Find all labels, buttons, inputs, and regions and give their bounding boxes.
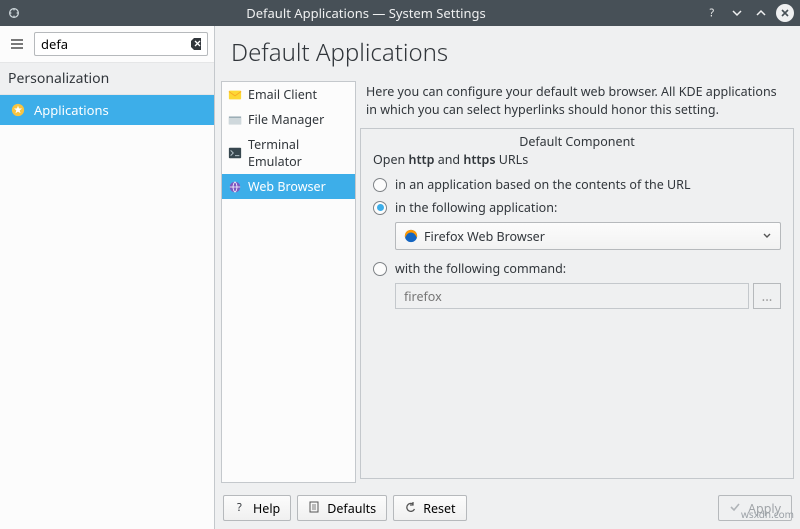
panel-split: Email Client File Manager Terminal Emula… [215, 81, 800, 489]
radio-icon[interactable] [373, 178, 387, 192]
minimize-button[interactable] [728, 4, 746, 22]
chevron-down-icon [762, 228, 772, 245]
group-legend: Default Component [513, 133, 641, 150]
category-list: Email Client File Manager Terminal Emula… [221, 81, 356, 483]
description-text: Here you can configure your default web … [360, 81, 794, 128]
radio-following-app[interactable]: in the following application: [373, 199, 781, 216]
sidebar-item-applications[interactable]: Applications [0, 95, 214, 125]
category-label: Web Browser [248, 178, 326, 195]
detail-panel: Here you can configure your default web … [360, 81, 794, 483]
radio-icon[interactable] [373, 201, 387, 215]
firefox-icon [404, 229, 418, 243]
browser-combo[interactable]: Firefox Web Browser [395, 222, 781, 250]
browse-button: ... [753, 283, 781, 309]
globe-icon [228, 180, 242, 194]
undo-icon [404, 501, 418, 515]
search-box [34, 32, 208, 56]
category-web-browser[interactable]: Web Browser [222, 174, 355, 199]
category-label: File Manager [248, 111, 324, 128]
clear-search-icon[interactable] [188, 36, 204, 52]
open-urls-prompt: Open http and https URLs [373, 151, 781, 168]
watermark: wsxdn.com [741, 507, 794, 521]
command-row: ... [395, 283, 781, 309]
mail-icon [228, 88, 242, 102]
category-terminal[interactable]: Terminal Emulator [222, 132, 355, 174]
window-title: Default Applications — System Settings [28, 4, 704, 22]
close-button[interactable] [776, 4, 794, 22]
radio-icon[interactable] [373, 262, 387, 276]
titlebar: Default Applications — System Settings ? [0, 0, 800, 26]
app-icon [6, 5, 22, 21]
defaults-button[interactable]: Defaults [297, 495, 387, 521]
main-panel: Default Applications Email Client File M… [215, 26, 800, 529]
page-title: Default Applications [215, 26, 800, 81]
svg-text:?: ? [237, 501, 242, 513]
combo-value: Firefox Web Browser [424, 228, 545, 245]
search-input[interactable] [34, 32, 208, 56]
document-icon [308, 501, 322, 515]
window-controls: ? [704, 4, 794, 22]
category-label: Email Client [248, 86, 317, 103]
default-component-group: Default Component Open http and https UR… [360, 128, 794, 479]
help-button[interactable]: ? [704, 4, 722, 22]
reset-button[interactable]: Reset [393, 495, 466, 521]
footer: ? Help Defaults Reset Apply [215, 489, 800, 529]
category-label: Terminal Emulator [248, 136, 349, 170]
category-email[interactable]: Email Client [222, 82, 355, 107]
star-icon [10, 102, 26, 118]
folder-icon [228, 113, 242, 127]
sidebar-item-label: Applications [34, 101, 109, 119]
radio-label: in the following application: [395, 199, 557, 216]
radio-url-contents[interactable]: in an application based on the contents … [373, 176, 781, 193]
radio-following-command[interactable]: with the following command: [373, 260, 781, 277]
maximize-button[interactable] [752, 4, 770, 22]
command-input [395, 283, 749, 309]
svg-text:?: ? [710, 7, 715, 21]
help-icon: ? [234, 501, 248, 515]
search-row [0, 26, 214, 63]
content: Personalization Applications Default App… [0, 26, 800, 529]
radio-label: in an application based on the contents … [395, 176, 691, 193]
category-file-manager[interactable]: File Manager [222, 107, 355, 132]
menu-button[interactable] [6, 33, 28, 55]
sidebar-section-header: Personalization [0, 63, 214, 95]
help-button[interactable]: ? Help [223, 495, 291, 521]
sidebar: Personalization Applications [0, 26, 215, 529]
terminal-icon [228, 146, 242, 160]
radio-label: with the following command: [395, 260, 566, 277]
